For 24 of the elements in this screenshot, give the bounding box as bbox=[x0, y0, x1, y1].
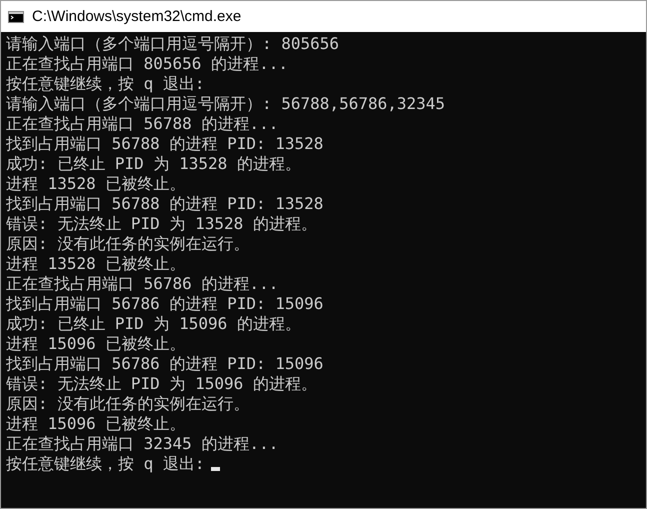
console-line: 原因: 没有此任务的实例在运行。 bbox=[6, 234, 250, 254]
console-line: 正在查找占用端口 32345 的进程... bbox=[6, 434, 278, 454]
window-title: C:\Windows\system32\cmd.exe bbox=[32, 8, 242, 25]
console-line: 按任意键继续，按 q 退出: bbox=[6, 74, 205, 94]
console-line: 找到占用端口 56788 的进程 PID: 13528 bbox=[6, 134, 324, 154]
console-icon bbox=[8, 10, 24, 22]
console-line: 进程 15096 已被终止。 bbox=[6, 414, 186, 434]
console-line: 成功: 已终止 PID 为 15096 的进程。 bbox=[6, 314, 301, 334]
console-line: 请输入端口（多个端口用逗号隔开）: 56788,56786,32345 bbox=[6, 94, 446, 114]
console-line: 进程 13528 已被终止。 bbox=[6, 254, 186, 274]
console-line: 正在查找占用端口 56786 的进程... bbox=[6, 274, 278, 294]
console-line: 错误: 无法终止 PID 为 13528 的进程。 bbox=[6, 214, 317, 234]
console-line: 正在查找占用端口 805656 的进程... bbox=[6, 54, 288, 74]
console-line: 原因: 没有此任务的实例在运行。 bbox=[6, 394, 250, 414]
console-line: 找到占用端口 56786 的进程 PID: 15096 bbox=[6, 354, 324, 374]
console-line: 找到占用端口 56786 的进程 PID: 15096 bbox=[6, 294, 324, 314]
console-line: 请输入端口（多个端口用逗号隔开）: 805656 bbox=[6, 34, 340, 54]
console-line: 按任意键继续，按 q 退出: bbox=[6, 454, 205, 474]
console-line: 成功: 已终止 PID 为 13528 的进程。 bbox=[6, 154, 301, 174]
console-line: 找到占用端口 56788 的进程 PID: 13528 bbox=[6, 194, 324, 214]
console-line: 正在查找占用端口 56788 的进程... bbox=[6, 114, 278, 134]
console-line: 错误: 无法终止 PID 为 15096 的进程。 bbox=[6, 374, 317, 394]
console-line: 进程 13528 已被终止。 bbox=[6, 174, 186, 194]
console-line: 进程 15096 已被终止。 bbox=[6, 334, 186, 354]
